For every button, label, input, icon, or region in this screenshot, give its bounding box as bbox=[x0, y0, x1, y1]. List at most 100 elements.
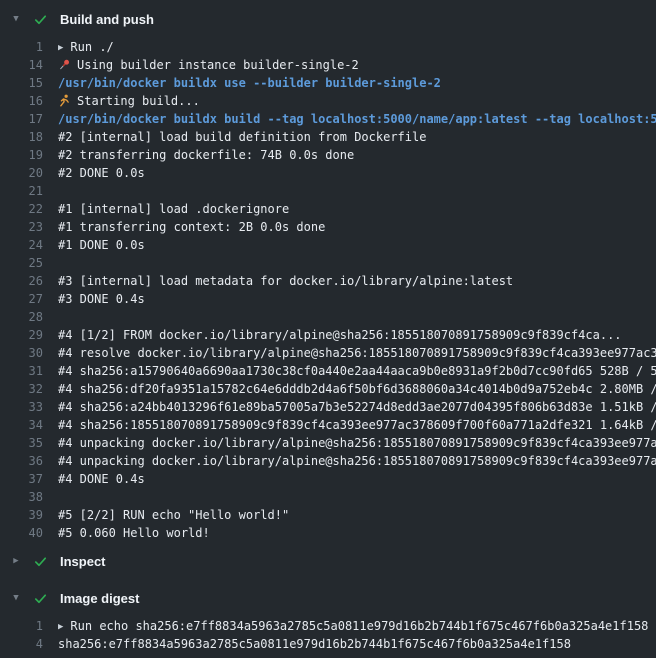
section-title: Image digest bbox=[60, 591, 139, 606]
run-group-chevron-icon[interactable]: ▶ bbox=[58, 618, 63, 635]
log-line: 21 bbox=[0, 182, 656, 200]
log-text: Using builder instance builder-single-2 bbox=[58, 56, 656, 74]
line-number[interactable]: 20 bbox=[0, 164, 43, 182]
log-text bbox=[58, 308, 656, 326]
log-text: #4 sha256:185518070891758909c9f839cf4ca3… bbox=[58, 416, 656, 434]
section-header-image-digest[interactable]: ▼ Image digest bbox=[0, 584, 656, 612]
line-number[interactable]: 36 bbox=[0, 452, 43, 470]
log-text: #4 resolve docker.io/library/alpine@sha2… bbox=[58, 344, 656, 362]
line-number[interactable]: 19 bbox=[0, 146, 43, 164]
log-line: 19 #2 transferring dockerfile: 74B 0.0s d… bbox=[0, 146, 656, 164]
line-number[interactable]: 34 bbox=[0, 416, 43, 434]
log-line: 1▶Run ./ bbox=[0, 38, 656, 56]
log-line: 39 #5 [2/2] RUN echo "Hello world!" bbox=[0, 506, 656, 524]
log-text-content: /usr/bin/docker buildx use --builder bui… bbox=[58, 76, 441, 90]
line-number[interactable]: 18 bbox=[0, 128, 43, 146]
check-icon bbox=[33, 591, 48, 606]
log-text: #2 transferring dockerfile: 74B 0.0s don… bbox=[58, 146, 656, 164]
log-text-content: #1 [internal] load .dockerignore bbox=[58, 202, 289, 216]
log-line: 1 ▶ Run echo sha256:e7ff8834a5963a2785c5a0… bbox=[0, 617, 656, 635]
log-line: 40 #5 0.060 Hello world! bbox=[0, 524, 656, 542]
line-number[interactable]: 15 bbox=[0, 74, 43, 92]
line-number[interactable]: 32 bbox=[0, 380, 43, 398]
line-number[interactable]: 40 bbox=[0, 524, 43, 542]
log-text bbox=[58, 254, 656, 272]
runner-icon bbox=[58, 94, 77, 108]
line-number[interactable]: 27 bbox=[0, 290, 43, 308]
section-header-build-and-push[interactable]: ▼Build and push bbox=[0, 5, 656, 33]
line-number[interactable]: 31 bbox=[0, 362, 43, 380]
log-text-content: #4 unpacking docker.io/library/alpine@sh… bbox=[58, 436, 656, 450]
log-text: #1 transferring context: 2B 0.0s done bbox=[58, 218, 656, 236]
line-number[interactable]: 33 bbox=[0, 398, 43, 416]
log-text-content: #2 DONE 0.0s bbox=[58, 166, 145, 180]
log-section-build-and-push: ▼Build and push1▶Run ./14Using builder i… bbox=[0, 5, 656, 542]
line-number[interactable]: 39 bbox=[0, 506, 43, 524]
log-text-content: #2 [internal] load build definition from… bbox=[58, 130, 426, 144]
log-text: #5 0.060 Hello world! bbox=[58, 524, 656, 542]
line-number[interactable]: 29 bbox=[0, 326, 43, 344]
line-number[interactable]: 26 bbox=[0, 272, 43, 290]
log-line: 33 #4 sha256:a24bb4013296f61e89ba57005a7b… bbox=[0, 398, 656, 416]
line-number[interactable]: 22 bbox=[0, 200, 43, 218]
log-text: #4 [1/2] FROM docker.io/library/alpine@s… bbox=[58, 326, 656, 344]
log-line: 26#3 [internal] load metadata for docker… bbox=[0, 272, 656, 290]
log-text-content: #4 sha256:a15790640a6690aa1730c38cf0a440… bbox=[58, 364, 656, 378]
log-text-content: Run echo sha256:e7ff8834a5963a2785c5a081… bbox=[70, 619, 648, 633]
log-line: 37 #4 DONE 0.4s bbox=[0, 470, 656, 488]
line-number[interactable]: 24 bbox=[0, 236, 43, 254]
log-text-content: #2 transferring dockerfile: 74B 0.0s don… bbox=[58, 148, 354, 162]
log-line: 22 #1 [internal] load .dockerignore bbox=[0, 200, 656, 218]
line-number[interactable]: 23 bbox=[0, 218, 43, 236]
log-text-content: #4 sha256:185518070891758909c9f839cf4ca3… bbox=[58, 418, 656, 432]
line-number[interactable]: 38 bbox=[0, 488, 43, 506]
section-title: Inspect bbox=[60, 554, 106, 569]
line-number[interactable]: 21 bbox=[0, 182, 43, 200]
log-text-content: #4 DONE 0.4s bbox=[58, 472, 145, 486]
line-number[interactable]: 16 bbox=[0, 92, 43, 110]
log-text: #4 DONE 0.4s bbox=[58, 470, 656, 488]
line-number[interactable]: 1 bbox=[0, 617, 43, 635]
log-line: 15/usr/bin/docker buildx use --builder b… bbox=[0, 74, 656, 92]
log-section-inspect: ▶ Inspect bbox=[0, 547, 656, 575]
log-line: 23 #1 transferring context: 2B 0.0s done bbox=[0, 218, 656, 236]
log-text-content: #5 [2/2] RUN echo "Hello world!" bbox=[58, 508, 289, 522]
run-group-chevron-icon[interactable]: ▶ bbox=[58, 39, 63, 56]
log-text-content: #4 resolve docker.io/library/alpine@sha2… bbox=[58, 346, 656, 360]
chevron-right-icon[interactable]: ▶ bbox=[11, 557, 21, 566]
line-number[interactable]: 17 bbox=[0, 110, 43, 128]
line-number[interactable]: 37 bbox=[0, 470, 43, 488]
log-line: 25 bbox=[0, 254, 656, 272]
log-text: #1 [internal] load .dockerignore bbox=[58, 200, 656, 218]
log-line: 27 #3 DONE 0.4s bbox=[0, 290, 656, 308]
line-number[interactable]: 28 bbox=[0, 308, 43, 326]
log-text: /usr/bin/docker buildx build --tag local… bbox=[58, 110, 656, 128]
log-text-content: #5 0.060 Hello world! bbox=[58, 526, 210, 540]
line-number[interactable]: 25 bbox=[0, 254, 43, 272]
log-line: 24 #1 DONE 0.0s bbox=[0, 236, 656, 254]
log-text-content: #1 transferring context: 2B 0.0s done bbox=[58, 220, 325, 234]
line-number[interactable]: 1 bbox=[0, 38, 43, 56]
log-text bbox=[58, 182, 656, 200]
workflow-log: ▼Build and push1▶Run ./14Using builder i… bbox=[0, 0, 656, 653]
line-number[interactable]: 4 bbox=[0, 635, 43, 653]
section-header-inspect[interactable]: ▶ Inspect bbox=[0, 547, 656, 575]
log-text: #4 sha256:a24bb4013296f61e89ba57005a7b3e… bbox=[58, 398, 656, 416]
log-text-content: #4 sha256:a24bb4013296f61e89ba57005a7b3e… bbox=[58, 400, 656, 414]
log-text-content: #3 DONE 0.4s bbox=[58, 292, 145, 306]
log-text: #2 DONE 0.0s bbox=[58, 164, 656, 182]
log-text: #4 sha256:a15790640a6690aa1730c38cf0a440… bbox=[58, 362, 656, 380]
line-number[interactable]: 14 bbox=[0, 56, 43, 74]
line-number[interactable]: 30 bbox=[0, 344, 43, 362]
log-text-content: Using builder instance builder-single-2 bbox=[77, 58, 359, 72]
chevron-down-icon[interactable]: ▼ bbox=[11, 15, 21, 24]
chevron-down-icon[interactable]: ▼ bbox=[11, 594, 21, 603]
log-text: /usr/bin/docker buildx use --builder bui… bbox=[58, 74, 656, 92]
log-text: ▶ Run echo sha256:e7ff8834a5963a2785c5a08… bbox=[58, 617, 656, 635]
log-text bbox=[58, 488, 656, 506]
log-text-content: #1 DONE 0.0s bbox=[58, 238, 145, 252]
log-line: 29 #4 [1/2] FROM docker.io/library/alpine… bbox=[0, 326, 656, 344]
pushpin-icon bbox=[58, 58, 77, 72]
log-line: 28 bbox=[0, 308, 656, 326]
line-number[interactable]: 35 bbox=[0, 434, 43, 452]
